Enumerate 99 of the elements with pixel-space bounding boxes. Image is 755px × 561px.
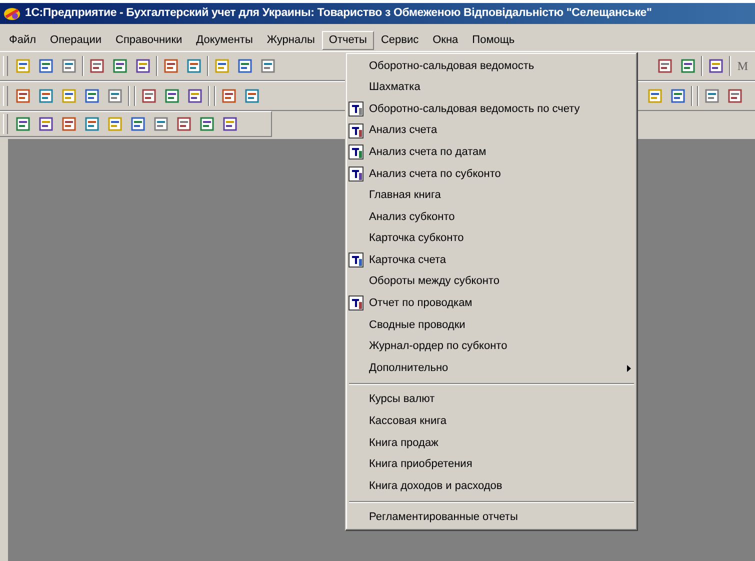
toolbar-icon[interactable] — [176, 116, 192, 132]
menu-item[interactable]: Документы — [189, 30, 260, 50]
toolbar-icon[interactable] — [260, 58, 276, 74]
dropdown-item-label: Оборотно-сальдовая ведомость — [369, 58, 536, 74]
toolbar-icon[interactable] — [61, 88, 77, 104]
toolbar-icon[interactable] — [38, 88, 54, 104]
menu-item[interactable]: Отчеты — [322, 30, 374, 50]
dropdown-item-label: Оборотно-сальдовая ведомость по счету — [369, 102, 581, 117]
toolbar-icon[interactable] — [84, 88, 100, 104]
dropdown-item[interactable]: Анализ счета по субконто — [346, 162, 637, 185]
dropdown-item[interactable]: Оборотно-сальдовая ведомость — [346, 55, 637, 77]
dropdown-item-label: Сводные проводки — [369, 318, 466, 333]
toolbar-icon[interactable] — [199, 116, 215, 132]
report-icon — [348, 295, 364, 312]
dropdown-item-label: Обороты между субконто — [369, 274, 500, 290]
toolbar-icon[interactable] — [187, 88, 203, 104]
toolbar-icon[interactable] — [15, 58, 31, 74]
dropdown-item[interactable]: Сводные проводки — [346, 314, 637, 336]
dropdown-item[interactable]: Карточка счета — [346, 249, 637, 271]
dropdown-item-label: Анализ счета — [369, 123, 438, 138]
toolbar-icon[interactable] — [15, 88, 31, 104]
menu-item[interactable]: Помощь — [465, 30, 522, 50]
toolbar-icon[interactable] — [222, 116, 238, 132]
report-icon — [348, 252, 364, 268]
menu-item[interactable]: Операции — [43, 30, 109, 50]
dropdown-item-label: Курсы валют — [369, 392, 436, 408]
dropdown-item-label: Анализ счета по субконто — [369, 166, 502, 182]
dropdown-item-label: Кассовая книга — [369, 414, 448, 430]
dropdown-item[interactable]: Шахматка — [346, 76, 637, 98]
dropdown-item-label: Анализ счета по датам — [369, 144, 488, 160]
toolbar-icon[interactable] — [89, 58, 105, 74]
submenu-arrow-icon — [627, 364, 631, 372]
dropdown-item[interactable]: Отчет по проводкам — [346, 292, 637, 314]
dropdown-item-label: Карточка субконто — [369, 231, 465, 246]
dropdown-item-label: Шахматка — [369, 80, 422, 96]
menu-item[interactable]: Журналы — [260, 30, 322, 50]
dropdown-item-label: Книга приобретения — [369, 457, 474, 472]
toolbar-icon[interactable] — [670, 88, 686, 104]
toolbar-icon[interactable] — [657, 58, 674, 74]
dropdown-item-label: Главная книга — [369, 188, 442, 204]
report-icon — [348, 166, 364, 182]
toolbar-icon[interactable] — [61, 116, 77, 132]
toolbar-icon[interactable] — [112, 58, 128, 74]
toolbar-icon[interactable] — [214, 58, 230, 74]
app-logo-icon — [3, 6, 21, 22]
dropdown-item[interactable]: Оборотно-сальдовая ведомость по счету — [346, 98, 637, 120]
dropdown-item[interactable]: Книга приобретения — [346, 454, 637, 476]
toolbar-icon[interactable] — [61, 58, 77, 74]
dropdown-item[interactable]: Журнал-ордер по субконто — [346, 336, 637, 358]
dropdown-item[interactable]: Курсы валют — [346, 388, 637, 410]
dropdown-item[interactable]: Книга доходов и расходов — [346, 475, 637, 497]
menu-item[interactable]: Сервис — [374, 30, 426, 50]
toolbar-icon[interactable] — [130, 116, 146, 132]
toolbar-icon[interactable] — [708, 58, 724, 74]
toolbar-icon[interactable] — [135, 58, 151, 74]
dropdown-item[interactable]: Дополнительно — [346, 357, 637, 379]
dropdown-item[interactable]: Анализ субконто — [346, 206, 637, 228]
toolbar-icon[interactable] — [107, 116, 123, 132]
menu-item[interactable]: Справочники — [108, 30, 190, 50]
toolbar-icon[interactable] — [647, 88, 663, 104]
window-title: 1С:Предприятие - Бухгалтерский учет для Украины: Товариство з Обмеженою Відповідальністю "Селещанське" — [25, 6, 652, 21]
toolbar-icon[interactable] — [704, 88, 720, 104]
dropdown-item[interactable]: Анализ счета по датам — [346, 141, 637, 163]
dropdown-item[interactable]: Карточка субконто — [346, 228, 637, 250]
dropdown-item[interactable]: Кассовая книга — [346, 410, 637, 432]
dropdown-item-label: Отчет по проводкам — [369, 296, 474, 312]
toolbar-icon[interactable] — [38, 58, 54, 74]
dropdown-item[interactable]: Обороты между субконто — [346, 270, 637, 293]
toolbar-icon[interactable] — [141, 88, 157, 104]
toolbar-icon[interactable] — [221, 88, 237, 104]
toolbar-icon[interactable] — [163, 58, 179, 74]
toolbar-icon[interactable] — [164, 88, 180, 104]
dropdown-item-label: Книга доходов и расходов — [369, 478, 504, 494]
menu-item[interactable]: Файл — [2, 30, 44, 50]
dropdown-item-label: Анализ субконто — [369, 210, 456, 225]
toolbar-icon[interactable] — [107, 88, 123, 104]
dropdown-item[interactable]: Регламентированные отчеты — [346, 506, 637, 528]
toolbar-text-button[interactable]: M — [733, 57, 752, 75]
menu-item[interactable]: Окна — [426, 30, 466, 50]
report-icon — [348, 100, 364, 117]
report-icon — [348, 144, 364, 160]
toolbar-icon[interactable] — [153, 116, 169, 132]
toolbar-icon[interactable] — [244, 88, 260, 104]
dropdown-item[interactable]: Главная книга — [346, 184, 637, 206]
dropdown-item-label: Дополнительно — [369, 360, 450, 376]
toolbar-icon[interactable] — [84, 116, 100, 132]
toolbar-icon[interactable] — [38, 116, 54, 132]
dropdown-item-label: Регламентированные отчеты — [369, 510, 519, 526]
dropdown-item-label: Журнал-ордер по субконто — [369, 339, 508, 354]
dropdown-item[interactable]: Анализ счета — [346, 120, 637, 142]
dropdown-item[interactable]: Книга продаж — [346, 432, 637, 454]
toolbar-icon[interactable] — [237, 58, 253, 74]
toolbar-icon[interactable] — [186, 58, 202, 74]
toolbar-icon[interactable] — [727, 88, 743, 104]
report-icon — [348, 122, 364, 139]
toolbar-icon[interactable] — [680, 58, 696, 74]
dropdown-item-label: Карточка счета — [369, 252, 448, 268]
toolbar-icon[interactable] — [15, 116, 31, 132]
dropdown-item-label: Книга продаж — [369, 436, 440, 451]
